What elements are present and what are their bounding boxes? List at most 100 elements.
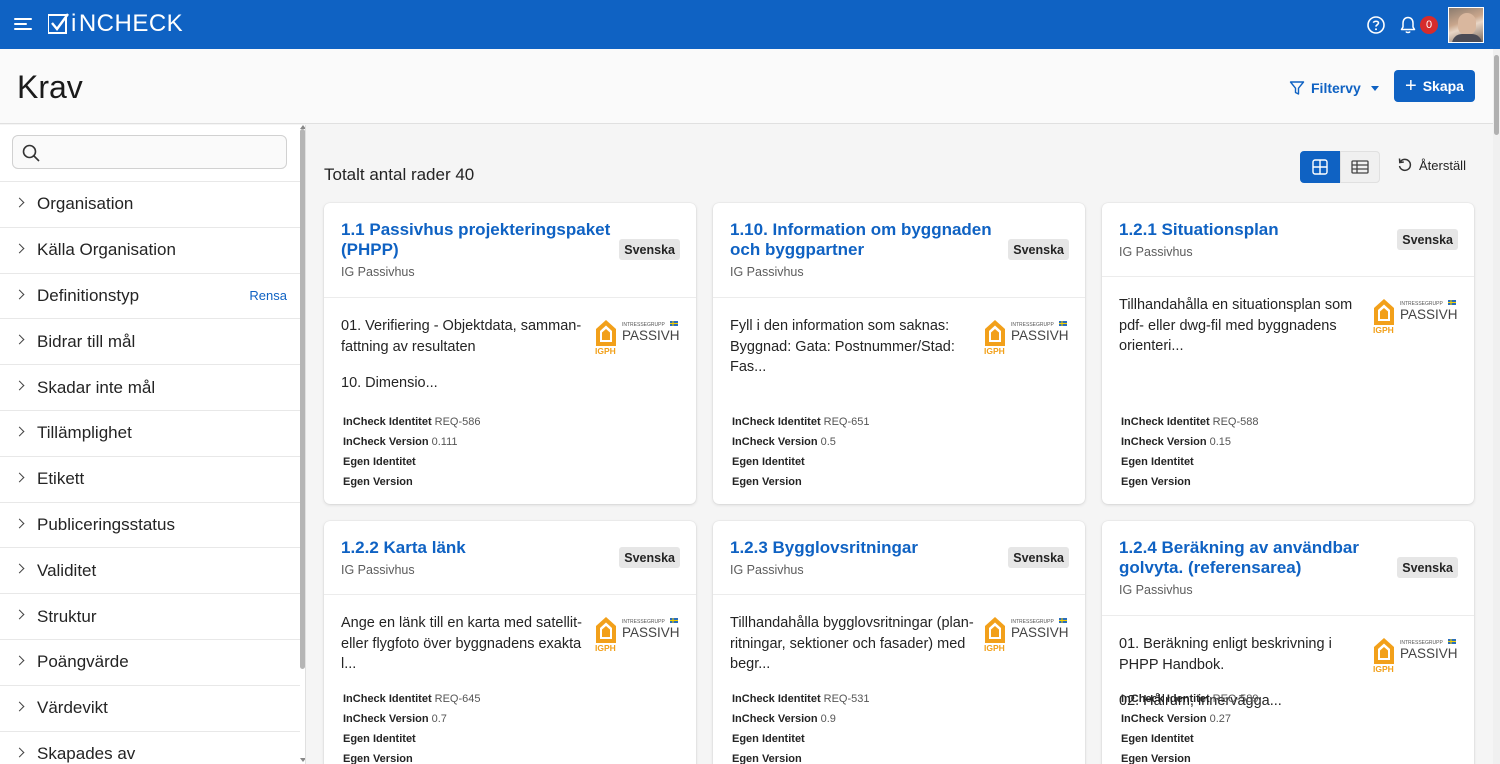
page-scrollbar[interactable] <box>1493 49 1500 764</box>
chevron-right-icon <box>14 334 25 345</box>
svg-text:IGPH: IGPH <box>1373 325 1394 335</box>
logo-check-icon <box>48 13 69 34</box>
search-box[interactable] <box>12 135 287 169</box>
card-metadata: InCheck Identitet REQ-645 InCheck Version 0… <box>343 689 480 764</box>
card-description-line: Fyll i den information som saknas: Byggn… <box>730 318 955 375</box>
filter-item-label: Organisation <box>37 194 134 214</box>
scrollbar-thumb[interactable] <box>300 129 305 669</box>
meta-label: Egen Identitet <box>343 733 416 745</box>
requirement-card[interactable]: 1.2.3 Bygglovsritningar IG Passivhus Svens… <box>713 521 1085 764</box>
page-header: Krav Filtervy + Skapa <box>0 49 1500 124</box>
card-title-link[interactable]: 1.2.2 Karta länk <box>341 538 611 558</box>
page-scrollbar-thumb[interactable] <box>1494 55 1499 135</box>
card-organisation: IG Passivhus <box>1119 245 1193 259</box>
card-title-link[interactable]: 1.2.1 Situationsplan <box>1119 220 1389 240</box>
table-icon <box>1351 160 1369 174</box>
filter-item[interactable]: Publiceringsstatus <box>0 501 300 548</box>
filter-item[interactable]: Tillämplighet <box>0 409 300 456</box>
card-description: Ange en länk till en karta med satellit-… <box>341 613 591 691</box>
card-description-line: Tillhandahålla bygglovsritningar (plan-r… <box>730 615 974 672</box>
incheck-identity-value: REQ-531 <box>823 693 870 705</box>
card-metadata: InCheck Identitet REQ-586 InCheck Version 0… <box>343 412 480 492</box>
meta-label: Egen Version <box>732 476 802 488</box>
filter-view-button[interactable]: Filtervy <box>1289 76 1379 100</box>
incheck-version-value: 0.7 <box>431 713 447 725</box>
filter-item[interactable]: Bidrar till mål <box>0 318 300 364</box>
top-bar: i NCHECK 0 <box>0 0 1500 49</box>
filter-item[interactable]: Organisation <box>0 181 300 227</box>
card-body: 01. Beräkning enligt beskrivning i PHPP … <box>1102 616 1474 764</box>
reset-button[interactable]: Återställ <box>1397 157 1466 173</box>
main-content: Totalt antal rader 40 Återställ 1.1 Pass… <box>307 125 1493 764</box>
card-title-link[interactable]: 1.1 Passivhus projekteringspaket (PHPP) <box>341 220 611 260</box>
card-body: Tillhandahålla en situationsplan som pdf… <box>1102 277 1474 504</box>
meta-label: InCheck Identitet <box>343 416 432 428</box>
incheck-logo[interactable]: i NCHECK <box>48 10 183 38</box>
filter-item[interactable]: Poängvärde <box>0 638 300 685</box>
create-button[interactable]: + Skapa <box>1394 70 1475 102</box>
hamburger-menu-icon[interactable] <box>14 15 34 33</box>
user-avatar[interactable] <box>1448 7 1484 43</box>
meta-label: Egen Version <box>343 753 413 764</box>
card-description: Fyll i den information som saknas: Byggn… <box>730 316 980 394</box>
reset-icon <box>1398 158 1412 172</box>
language-badge: Svenska <box>1397 229 1458 250</box>
card-header: 1.10. Information om byggnaden och byggp… <box>713 203 1085 298</box>
grid-view-button[interactable] <box>1300 151 1340 183</box>
incheck-identity-value: REQ-586 <box>434 416 481 428</box>
language-badge: Svenska <box>1008 239 1069 260</box>
meta-label: Egen Identitet <box>732 733 805 745</box>
filter-item-label: Struktur <box>37 606 97 626</box>
filter-item-label: Värdevikt <box>37 698 108 718</box>
incheck-identity-value: REQ-645 <box>434 693 481 705</box>
card-description: Tillhandahålla bygglovsritningar (plan-r… <box>730 613 980 691</box>
card-organisation: IG Passivhus <box>730 563 804 577</box>
meta-label: InCheck Version <box>732 713 818 725</box>
card-title-link[interactable]: 1.10. Information om byggnaden och byggp… <box>730 220 1000 260</box>
notification-count-badge: 0 <box>1420 16 1438 34</box>
filter-item[interactable]: Skapades av <box>0 730 300 764</box>
search-input[interactable] <box>49 142 279 164</box>
help-icon[interactable] <box>1366 15 1386 35</box>
card-organisation: IG Passivhus <box>730 265 804 279</box>
filter-item[interactable]: Skadar inte mål <box>0 364 300 410</box>
requirement-card[interactable]: 1.10. Information om byggnaden och byggp… <box>713 203 1085 504</box>
requirement-card[interactable]: 1.2.2 Karta länk IG Passivhus Svenska Ange … <box>324 521 696 764</box>
igph-passivhus-logo: IGPHINTRESSEGRUPPPASSIVHUS <box>595 617 680 653</box>
meta-label: InCheck Identitet <box>343 693 432 705</box>
bell-icon[interactable] <box>1398 15 1418 35</box>
incheck-version-value: 0.27 <box>1209 713 1232 725</box>
card-title-link[interactable]: 1.2.3 Bygglovsritningar <box>730 538 1000 558</box>
card-description-line: 01. Beräkning enligt beskrivning i PHPP … <box>1119 636 1332 673</box>
filter-item[interactable]: Etikett <box>0 455 300 502</box>
filter-item[interactable]: Validitet <box>0 547 300 593</box>
svg-text:PASSIVHUS: PASSIVHUS <box>622 625 680 640</box>
view-toggle <box>1300 151 1380 183</box>
filter-item[interactable]: Värdevikt <box>0 684 300 731</box>
svg-text:PASSIVHUS: PASSIVHUS <box>1011 328 1069 343</box>
chevron-right-icon <box>14 701 25 712</box>
filter-item-label: Skapades av <box>37 743 136 763</box>
filter-item[interactable]: Definitionstyp Rensa <box>0 272 300 319</box>
chevron-right-icon <box>14 563 25 574</box>
card-title-link[interactable]: 1.2.4 Beräkning av användbar golvyta. (r… <box>1119 538 1389 578</box>
filter-item[interactable]: Struktur <box>0 593 300 639</box>
card-description: 01. Verifiering - Objektdata, samman-fat… <box>341 316 591 410</box>
meta-label: InCheck Identitet <box>732 693 821 705</box>
sidebar-scrollbar[interactable] <box>299 125 305 764</box>
incheck-version-value: 0.15 <box>1209 436 1232 448</box>
card-header: 1.2.4 Beräkning av användbar golvyta. (r… <box>1102 521 1474 616</box>
filter-item[interactable]: Källa Organisation <box>0 226 300 273</box>
chevron-right-icon <box>14 655 25 666</box>
requirement-card[interactable]: 1.1 Passivhus projekteringspaket (PHPP) I… <box>324 203 696 504</box>
language-badge: Svenska <box>619 239 680 260</box>
chevron-right-icon <box>14 609 25 620</box>
incheck-identity-value: REQ-651 <box>823 416 870 428</box>
table-view-button[interactable] <box>1340 151 1380 183</box>
card-body: 01. Verifiering - Objektdata, samman-fat… <box>324 298 696 504</box>
requirement-card[interactable]: 1.2.4 Beräkning av användbar golvyta. (r… <box>1102 521 1474 764</box>
filter-item-label: Skadar inte mål <box>37 377 156 397</box>
filter-clear-link[interactable]: Rensa <box>249 288 287 303</box>
requirement-card[interactable]: 1.2.1 Situationsplan IG Passivhus Svenska T… <box>1102 203 1474 504</box>
incheck-version-value: 0.9 <box>820 713 836 725</box>
